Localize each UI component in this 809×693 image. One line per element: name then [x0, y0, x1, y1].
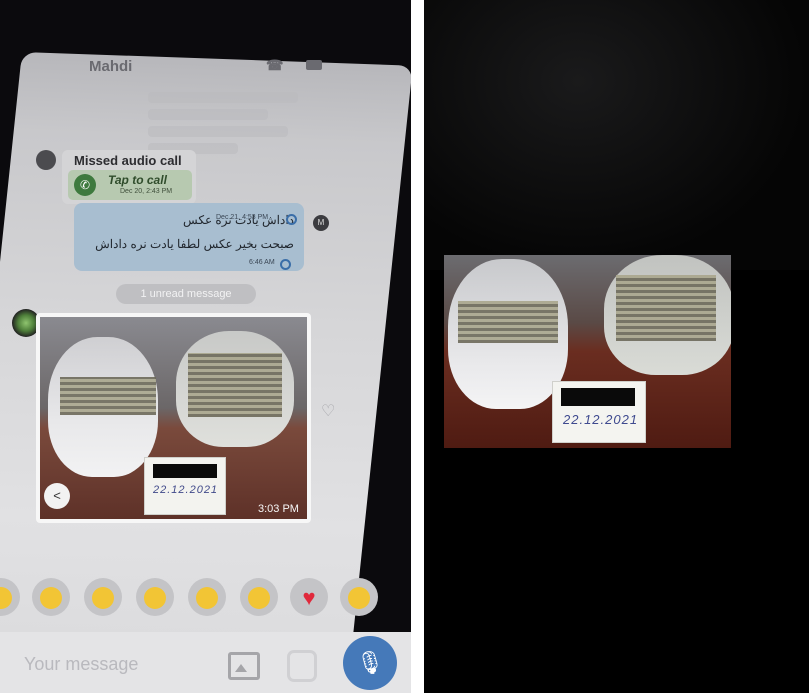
caller-avatar: [36, 150, 56, 170]
dark-background: [424, 0, 809, 270]
evidence-photo-panel: 22.12.2021: [424, 0, 809, 693]
dated-note: 22.12.2021: [144, 457, 226, 515]
money-bags-photo: 22.12.2021: [40, 317, 307, 519]
gallery-icon[interactable]: [228, 652, 260, 680]
phone-icon: ✆: [74, 174, 96, 196]
contact-name[interactable]: Mahdi: [89, 58, 132, 75]
cash-bundles: [616, 275, 716, 341]
microphone-button[interactable]: 🎙: [343, 636, 397, 690]
heart-icon[interactable]: ♥: [290, 578, 328, 616]
phone-icon[interactable]: ☎: [266, 57, 283, 74]
own-avatar: M: [313, 215, 329, 231]
read-status-icon: [280, 259, 291, 270]
tap-to-call-button[interactable]: ✆ Tap to call Dec 20, 2:43 PM: [68, 170, 192, 200]
note-date: 22.12.2021: [563, 412, 639, 427]
thumbs-up-icon[interactable]: [84, 578, 122, 616]
message-composer: Your message 🎙: [0, 632, 411, 693]
video-call-icon[interactable]: [306, 60, 322, 70]
surprised-icon[interactable]: [240, 578, 278, 616]
read-status-icon: [286, 214, 297, 225]
redaction-bar: [561, 388, 635, 406]
missed-call-title: Missed audio call: [74, 153, 182, 168]
message-text: صبحت بخیر عکس لطفا یادت نره داداش: [95, 237, 294, 251]
tap-to-call-label: Tap to call: [108, 173, 167, 187]
unread-messages-divider: 1 unread message: [116, 284, 256, 304]
chat-header: Mahdi ☎: [44, 52, 334, 84]
phone-screen-photo: Mahdi ☎ Missed audio call ✆ Tap to call …: [0, 0, 411, 693]
share-icon[interactable]: <: [44, 483, 70, 509]
smile-icon[interactable]: [136, 578, 174, 616]
cash-bundles: [458, 301, 558, 343]
redaction-bar: [153, 464, 217, 478]
message-time: 6:46 AM: [249, 259, 275, 266]
like-heart-icon[interactable]: ♡: [321, 401, 335, 421]
message-time: Dec 21, 4:53 PM: [216, 214, 269, 221]
missed-call-time: Dec 20, 2:43 PM: [120, 188, 173, 195]
neutral-face-icon[interactable]: [340, 578, 378, 616]
camera-icon[interactable]: [287, 650, 317, 682]
missed-call-card: Missed audio call ✆ Tap to call Dec 20, …: [62, 150, 196, 204]
hand-icon[interactable]: [0, 578, 20, 616]
cash-bundles: [188, 353, 282, 417]
quick-reaction-bar: ♥: [0, 578, 411, 626]
message-input[interactable]: Your message: [24, 654, 138, 675]
heart-eyes-icon[interactable]: [188, 578, 226, 616]
money-bags-photo-print: 22.12.2021: [444, 255, 731, 448]
image-message-time: 3:03 PM: [258, 503, 299, 515]
image-message[interactable]: 22.12.2021 < 3:03 PM: [36, 313, 311, 523]
note-date: 22.12.2021: [153, 484, 219, 496]
outgoing-message-bubble[interactable]: داداش یادت نره عکس Dec 21, 4:53 PM صبحت …: [74, 203, 304, 271]
cash-bundles: [60, 377, 156, 415]
clap-icon[interactable]: [32, 578, 70, 616]
dated-note: 22.12.2021: [552, 381, 646, 443]
